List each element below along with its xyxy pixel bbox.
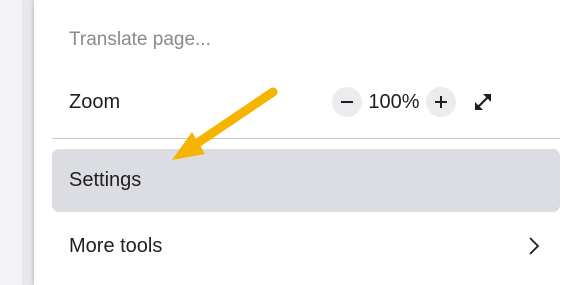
zoom-level: 100% [368, 90, 420, 113]
zoom-out-button[interactable] [332, 87, 362, 117]
fullscreen-button[interactable] [468, 87, 498, 117]
menu-item-label: Settings [69, 169, 142, 191]
menu-item-translate-page[interactable]: Translate page... [52, 20, 560, 60]
background-strip [0, 0, 22, 285]
zoom-in-button[interactable] [426, 87, 456, 117]
menu-item-zoom: Zoom 100% [52, 80, 560, 124]
menu-item-label: Translate page... [69, 29, 211, 50]
zoom-controls: 100% [332, 80, 498, 124]
menu-item-label: More tools [69, 234, 163, 257]
chevron-right-icon [522, 234, 546, 258]
fullscreen-icon [475, 94, 491, 110]
menu-item-settings[interactable]: Settings [52, 149, 560, 212]
menu-divider [52, 138, 560, 139]
browser-menu-panel: Translate page... Zoom 100% Settings Mor… [34, 0, 585, 285]
minus-icon [341, 101, 353, 103]
plus-icon [435, 96, 447, 108]
zoom-label: Zoom [69, 90, 121, 113]
menu-item-more-tools[interactable]: More tools [52, 220, 560, 272]
